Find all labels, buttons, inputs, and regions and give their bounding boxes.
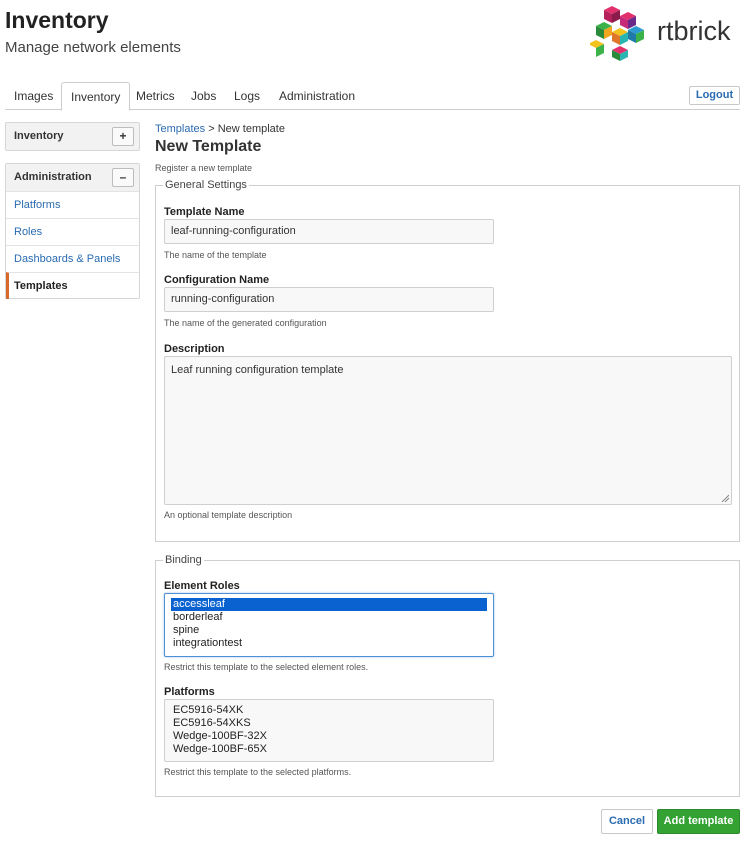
sidebar-item-platforms[interactable]: Platforms: [6, 191, 139, 218]
sidebar-item-label: Dashboards & Panels: [14, 253, 121, 265]
cube-logo-icon: [590, 6, 644, 61]
role-option-integrationtest[interactable]: integrationtest: [171, 637, 487, 650]
sidebar-item-label: Templates: [14, 280, 68, 292]
expand-button[interactable]: +: [112, 127, 134, 146]
page-subtitle: Manage network elements: [5, 39, 181, 56]
element-roles-select[interactable]: accessleaf borderleaf spine integrationt…: [164, 593, 494, 657]
resize-handle-icon[interactable]: [721, 494, 729, 502]
description-label: Description: [164, 343, 225, 355]
tab-inventory[interactable]: Inventory: [61, 82, 131, 111]
sidebar-inventory-panel: Inventory +: [5, 122, 140, 151]
role-option-spine[interactable]: spine: [171, 624, 487, 637]
description-text: Leaf running configuration template: [171, 364, 344, 376]
add-template-button[interactable]: Add template: [657, 809, 740, 834]
brand-name: rtbrick: [657, 16, 731, 46]
element-roles-help: Restrict this template to the selected e…: [164, 662, 369, 672]
form-title: New Template: [155, 138, 262, 155]
configuration-name-label: Configuration Name: [164, 274, 270, 286]
sidebar-inventory-title: Inventory: [14, 130, 64, 142]
role-option-accessleaf[interactable]: accessleaf: [171, 598, 487, 611]
binding-fieldset: Binding Element Roles accessleaf borderl…: [155, 554, 740, 797]
platforms-select[interactable]: EC5916-54XK EC5916-54XKS Wedge-100BF-32X…: [164, 699, 494, 762]
general-settings-legend: General Settings: [163, 179, 249, 191]
cancel-button[interactable]: Cancel: [601, 809, 653, 834]
platform-option[interactable]: EC5916-54XK: [171, 704, 487, 717]
page-header: Inventory Manage network elements: [5, 7, 181, 56]
sidebar-item-label: Roles: [14, 226, 43, 238]
breadcrumb-templates-link[interactable]: Templates: [155, 123, 205, 135]
main-tabs: Images Inventory Metrics Jobs Logs Admin…: [5, 82, 740, 111]
element-roles-label: Element Roles: [164, 580, 240, 592]
collapse-button[interactable]: –: [112, 168, 134, 187]
sidebar-administration-header: Administration –: [6, 164, 139, 191]
configuration-name-help: The name of the generated configuration: [164, 318, 327, 328]
sidebar-item-templates[interactable]: Templates: [6, 272, 139, 299]
sidebar-item-roles[interactable]: Roles: [6, 218, 139, 245]
template-name-label: Template Name: [164, 206, 245, 218]
binding-legend: Binding: [163, 554, 204, 566]
tab-metrics[interactable]: Metrics: [127, 82, 184, 110]
sidebar-administration-title: Administration: [14, 171, 92, 183]
sidebar-item-label: Platforms: [14, 199, 61, 211]
configuration-name-input[interactable]: running-configuration: [164, 287, 494, 312]
rtbrick-logo: rtbrick: [590, 4, 745, 62]
platform-option[interactable]: Wedge-100BF-65X: [171, 743, 487, 756]
sidebar-item-dashboards-panels[interactable]: Dashboards & Panels: [6, 245, 139, 272]
tab-logs[interactable]: Logs: [225, 82, 269, 110]
breadcrumb-separator: >: [208, 123, 215, 135]
platform-option[interactable]: Wedge-100BF-32X: [171, 730, 487, 743]
sidebar-administration-panel: Administration – Platforms Roles Dashboa…: [5, 163, 140, 299]
form-description: Register a new template: [155, 163, 253, 173]
platform-option[interactable]: EC5916-54XKS: [171, 717, 487, 730]
description-textarea[interactable]: Leaf running configuration template: [164, 356, 732, 505]
page-title: Inventory: [5, 7, 109, 33]
tab-images[interactable]: Images: [5, 82, 62, 110]
role-option-borderleaf[interactable]: borderleaf: [171, 611, 487, 624]
general-settings-fieldset: General Settings Template Name leaf-runn…: [155, 179, 740, 542]
tab-administration[interactable]: Administration: [270, 82, 364, 110]
description-help: An optional template description: [164, 510, 293, 520]
template-name-input[interactable]: leaf-running-configuration: [164, 219, 494, 244]
sidebar-inventory-header: Inventory +: [6, 123, 139, 150]
logout-button[interactable]: Logout: [689, 86, 740, 105]
breadcrumb-current: New template: [217, 123, 285, 135]
template-name-help: The name of the template: [164, 250, 267, 260]
platforms-label: Platforms: [164, 686, 215, 698]
platforms-help: Restrict this template to the selected p…: [164, 767, 352, 777]
breadcrumb: Templates > New template: [155, 123, 285, 135]
tab-jobs[interactable]: Jobs: [182, 82, 225, 110]
